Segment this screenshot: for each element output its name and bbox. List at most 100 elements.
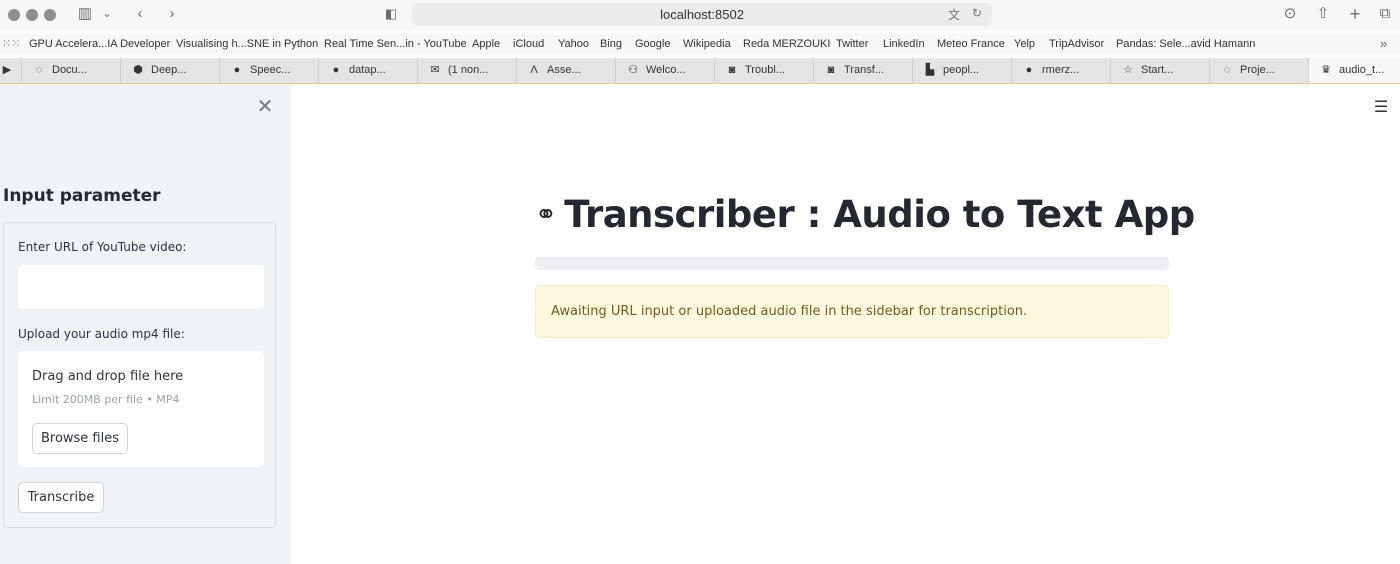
new-tab-icon[interactable]: +: [1346, 4, 1364, 24]
sidebar-title: Input parameter: [3, 186, 161, 206]
tab-label: Transf...: [844, 64, 884, 76]
bookmark-item[interactable]: Yelp: [1014, 38, 1035, 50]
github-icon: ●: [1025, 64, 1033, 76]
tab-start[interactable]: ☆ Start...: [1111, 58, 1210, 83]
tab-label: Docu...: [52, 64, 87, 76]
bookmark-item[interactable]: Bing: [600, 38, 622, 50]
progress-bar: [535, 257, 1169, 270]
bookmark-item[interactable]: LinkedIn: [883, 38, 925, 50]
github-icon: ●: [233, 64, 241, 76]
tab-label: (1 non...: [448, 64, 489, 76]
loading-icon: ◌: [1223, 64, 1231, 76]
tab-label: audio_t...: [1339, 64, 1385, 76]
loading-icon: ◌: [35, 64, 43, 76]
mail-icon: ✉: [430, 64, 440, 76]
tab-youtube[interactable]: ▶: [0, 58, 22, 83]
bookmark-item[interactable]: Pandas: Sele...avid Hamann: [1116, 38, 1255, 50]
tab-label: Speec...: [250, 64, 291, 76]
tab-datap[interactable]: ● datap...: [319, 58, 418, 83]
close-window-button[interactable]: [8, 9, 20, 21]
tab-peopl[interactable]: ▙ peopl...: [913, 58, 1012, 83]
address-bar-url: localhost:8502: [660, 7, 744, 22]
forward-icon[interactable]: ›: [164, 4, 180, 24]
bookmark-item[interactable]: Wikipedia: [683, 38, 731, 50]
dropzone-limit: Limit 200MB per file • MP4: [32, 393, 180, 406]
tab-speech[interactable]: ● Speec...: [220, 58, 319, 83]
share-icon[interactable]: ⇧: [1314, 4, 1332, 24]
address-bar[interactable]: localhost:8502 ⽂ ↻: [412, 3, 992, 26]
chevron-down-icon[interactable]: ⌄: [100, 4, 114, 24]
tab-label: Asse...: [547, 64, 581, 76]
downloads-icon[interactable]: ⊙: [1281, 4, 1299, 24]
bookmark-item[interactable]: Twitter: [836, 38, 868, 50]
tab-troubl[interactable]: ◙ Troubl...: [715, 58, 814, 83]
tab-label: datap...: [349, 64, 386, 76]
bookmark-item[interactable]: Reda MERZOUKI: [743, 38, 830, 50]
tab-label: peopl...: [943, 64, 980, 76]
bookmark-item[interactable]: Meteo France: [937, 38, 1005, 50]
tab-rmerz[interactable]: ● rmerz...: [1012, 58, 1111, 83]
page-title: ⚭ Transcriber : Audio to Text App: [535, 193, 1195, 236]
tab-label: Start...: [1141, 64, 1174, 76]
main-menu-icon[interactable]: ☰: [1373, 100, 1389, 116]
tab-strip: ▶ ◌ Docu... ⬢ Deep... ● Speec... ● datap... …: [0, 58, 1400, 84]
browse-files-button[interactable]: Browse files: [32, 423, 128, 454]
bookmark-item[interactable]: Yahoo: [558, 38, 589, 50]
star-icon: ☆: [1123, 64, 1133, 76]
browser-toolbar: ▥ ⌄ ‹ › ◧ localhost:8502 ⽂ ↻ ⊙ ⇧ + ⧉: [0, 0, 1400, 30]
file-dropzone[interactable]: Drag and drop file here Limit 200MB per …: [18, 351, 264, 467]
a-icon: Λ: [530, 64, 538, 76]
bookmark-item[interactable]: TripAdvisor: [1049, 38, 1104, 50]
cube-icon: ⬢: [133, 64, 143, 76]
zoom-window-button[interactable]: [44, 9, 56, 21]
bookmark-item[interactable]: iCloud: [513, 38, 544, 50]
back-icon[interactable]: ‹: [132, 4, 148, 24]
medium-icon: ◙: [827, 64, 835, 76]
tab-asse[interactable]: Λ Asse...: [517, 58, 616, 83]
bookmarks-bar: ⁙⁙ GPU Accelera...IA Developer Visualisi…: [0, 34, 1400, 54]
input-form: Enter URL of YouTube video: Upload your …: [3, 222, 276, 528]
tab-label: Welco...: [646, 64, 686, 76]
translate-icon[interactable]: ⽂: [948, 6, 960, 23]
tab-label: Deep...: [151, 64, 187, 76]
bookmark-item[interactable]: Visualising h...SNE in Python: [176, 38, 318, 50]
unsplash-icon: ▙: [925, 64, 935, 76]
info-message: Awaiting URL input or uploaded audio fil…: [551, 304, 1028, 319]
info-alert: Awaiting URL input or uploaded audio fil…: [535, 285, 1169, 338]
tab-docu[interactable]: ◌ Docu...: [22, 58, 121, 83]
dropzone-text: Drag and drop file here: [32, 369, 184, 384]
tab-overview-icon[interactable]: ⧉: [1376, 4, 1394, 24]
tab-label: Proje...: [1240, 64, 1275, 76]
tab-deep[interactable]: ⬢ Deep...: [121, 58, 220, 83]
bookmarks-overflow-icon[interactable]: »: [1380, 36, 1387, 51]
bookmark-item[interactable]: Apple: [472, 38, 500, 50]
python-icon: ⚇: [628, 64, 638, 76]
sidebar-toggle-icon[interactable]: ▥: [76, 4, 94, 24]
bookmark-item[interactable]: Google: [635, 38, 670, 50]
privacy-shield-icon[interactable]: ◧: [382, 4, 400, 24]
medium-icon: ◙: [728, 64, 736, 76]
sidebar: ✕ Input parameter Enter URL of YouTube v…: [0, 85, 291, 564]
close-sidebar-icon[interactable]: ✕: [255, 97, 275, 117]
tab-proje[interactable]: ◌ Proje...: [1210, 58, 1309, 83]
youtube-url-input[interactable]: [18, 265, 264, 309]
tab-welco[interactable]: ⚇ Welco...: [616, 58, 715, 83]
transcribe-button[interactable]: Transcribe: [18, 482, 104, 513]
youtube-icon: ▶: [2, 64, 12, 76]
apps-grid-icon[interactable]: ⁙⁙: [2, 37, 20, 50]
minimize-window-button[interactable]: [26, 9, 38, 21]
tab-mail[interactable]: ✉ (1 non...: [418, 58, 517, 83]
url-label: Enter URL of YouTube video:: [18, 240, 187, 254]
bookmark-item[interactable]: GPU Accelera...IA Developer: [29, 38, 170, 50]
page-title-text: Transcriber : Audio to Text App: [564, 193, 1195, 236]
tab-label: rmerz...: [1042, 64, 1080, 76]
reload-icon[interactable]: ↻: [972, 6, 982, 20]
github-icon: ●: [332, 64, 340, 76]
link-icon: ⚭: [535, 200, 557, 230]
upload-label: Upload your audio mp4 file:: [18, 327, 185, 341]
streamlit-icon: ♛: [1321, 64, 1331, 76]
tab-label: Troubl...: [745, 64, 785, 76]
tab-audio-active[interactable]: ♛ audio_t...: [1309, 58, 1400, 83]
bookmark-item[interactable]: Real Time Sen...in - YouTube: [324, 38, 467, 50]
tab-transf[interactable]: ◙ Transf...: [814, 58, 913, 83]
